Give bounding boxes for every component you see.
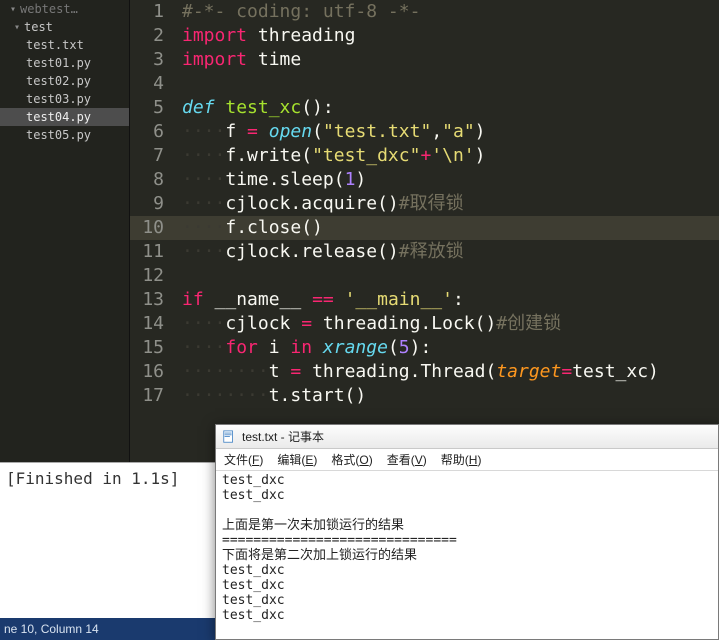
line-number: 9 [130, 192, 174, 216]
code-line[interactable]: 6····f = open("test.txt","a") [130, 120, 719, 144]
tree-file-label: test03.py [26, 92, 91, 106]
code-line[interactable]: 5def test_xc(): [130, 96, 719, 120]
tree-file-label: test01.py [26, 56, 91, 70]
tree-file[interactable]: test04.py [0, 108, 129, 126]
line-content: ····f.close() [174, 216, 719, 240]
code-line[interactable]: 14····cjlock = threading.Lock()#创建锁 [130, 312, 719, 336]
code-line[interactable]: 7····f.write("test_dxc"+'\n') [130, 144, 719, 168]
line-content: ····cjlock = threading.Lock()#创建锁 [174, 312, 719, 336]
line-content: ····time.sleep(1) [174, 168, 719, 192]
line-number: 16 [130, 360, 174, 384]
tree-file-label: test04.py [26, 110, 91, 124]
line-content: import time [174, 48, 719, 72]
line-content: #-*- coding: utf-8 -*- [174, 0, 719, 24]
notepad-icon [222, 430, 236, 444]
line-content [174, 264, 719, 288]
notepad-menu-item[interactable]: 文件(F) [224, 451, 263, 470]
tree-file-label: test02.py [26, 74, 91, 88]
line-content: def test_xc(): [174, 96, 719, 120]
chevron-down-icon [12, 22, 22, 33]
code-editor[interactable]: 1#-*- coding: utf-8 -*-2import threading… [130, 0, 719, 462]
tree-root-label: webtest… [20, 2, 78, 16]
tree-file[interactable]: test03.py [0, 90, 129, 108]
tree-file[interactable]: test02.py [0, 72, 129, 90]
status-bar: ne 10, Column 14 [0, 618, 215, 640]
line-number: 2 [130, 24, 174, 48]
line-number: 5 [130, 96, 174, 120]
code-line[interactable]: 4 [130, 72, 719, 96]
line-content: import threading [174, 24, 719, 48]
code-line[interactable]: 12 [130, 264, 719, 288]
code-line[interactable]: 2import threading [130, 24, 719, 48]
line-content: if __name__ == '__main__': [174, 288, 719, 312]
line-number: 7 [130, 144, 174, 168]
line-number: 4 [130, 72, 174, 96]
line-number: 15 [130, 336, 174, 360]
code-line[interactable]: 13if __name__ == '__main__': [130, 288, 719, 312]
code-line[interactable]: 17········t.start() [130, 384, 719, 408]
code-line[interactable]: 11····cjlock.release()#释放锁 [130, 240, 719, 264]
tree-file[interactable]: test.txt [0, 36, 129, 54]
line-number: 8 [130, 168, 174, 192]
line-content: ········t.start() [174, 384, 719, 408]
notepad-menu-item[interactable]: 查看(V) [387, 451, 427, 470]
notepad-menu-item[interactable]: 编辑(E) [277, 451, 317, 470]
code-line[interactable]: 16········t = threading.Thread(target=te… [130, 360, 719, 384]
line-content: ····f = open("test.txt","a") [174, 120, 719, 144]
line-number: 13 [130, 288, 174, 312]
code-line[interactable]: 3import time [130, 48, 719, 72]
tree-file-label: test05.py [26, 128, 91, 142]
line-number: 17 [130, 384, 174, 408]
notepad-body[interactable]: test_dxc test_dxc 上面是第一次未加锁运行的结果 =======… [216, 471, 718, 625]
line-content: ····cjlock.release()#释放锁 [174, 240, 719, 264]
notepad-window: test.txt - 记事本 文件(F) 编辑(E) 格式(O) 查看(V) 帮助(H)… [215, 424, 719, 640]
notepad-menubar: 文件(F) 编辑(E) 格式(O) 查看(V) 帮助(H) [216, 449, 718, 471]
chevron-down-icon [8, 4, 18, 15]
tree-folder[interactable]: test [0, 18, 129, 36]
line-content [174, 72, 719, 96]
line-number: 10 [130, 216, 174, 240]
tree-file[interactable]: test05.py [0, 126, 129, 144]
line-content: ····for i in xrange(5): [174, 336, 719, 360]
line-content: ········t = threading.Thread(target=test… [174, 360, 719, 384]
tree-file[interactable]: test01.py [0, 54, 129, 72]
line-number: 12 [130, 264, 174, 288]
tree-folder-label: test [24, 20, 53, 34]
line-number: 6 [130, 120, 174, 144]
code-line[interactable]: 1#-*- coding: utf-8 -*- [130, 0, 719, 24]
line-content: ····cjlock.acquire()#取得锁 [174, 192, 719, 216]
notepad-menu-item[interactable]: 格式(O) [331, 451, 372, 470]
code-line[interactable]: 9····cjlock.acquire()#取得锁 [130, 192, 719, 216]
code-line[interactable]: 8····time.sleep(1) [130, 168, 719, 192]
console-text: [Finished in 1.1s] [6, 469, 179, 488]
tree-root[interactable]: webtest… [0, 0, 129, 18]
line-number: 11 [130, 240, 174, 264]
line-number: 1 [130, 0, 174, 24]
code-line[interactable]: 15····for i in xrange(5): [130, 336, 719, 360]
status-cursor-position: ne 10, Column 14 [4, 622, 99, 636]
tree-file-label: test.txt [26, 38, 84, 52]
line-number: 3 [130, 48, 174, 72]
build-output-panel: [Finished in 1.1s] [0, 462, 215, 618]
notepad-menu-item[interactable]: 帮助(H) [441, 451, 482, 470]
line-content: ····f.write("test_dxc"+'\n') [174, 144, 719, 168]
notepad-title: test.txt - 记事本 [242, 428, 324, 445]
notepad-titlebar[interactable]: test.txt - 记事本 [216, 425, 718, 449]
line-number: 14 [130, 312, 174, 336]
code-line[interactable]: 10····f.close() [130, 216, 719, 240]
